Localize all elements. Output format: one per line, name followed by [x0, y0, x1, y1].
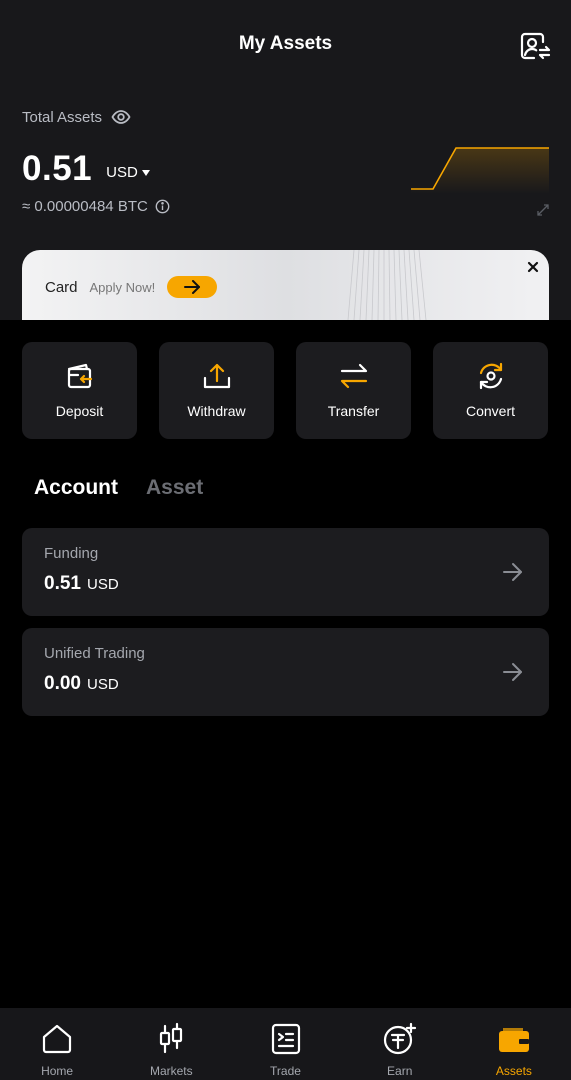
view-tabs: Account Asset [34, 476, 203, 500]
arrow-right-icon [184, 280, 201, 294]
earn-icon [383, 1022, 416, 1055]
total-balance: 0.51 [22, 149, 93, 188]
bottom-navigation: Home Markets Trade Earn Assets [0, 1008, 571, 1080]
tab-account[interactable]: Account [34, 476, 118, 500]
nav-home-label: Home [41, 1064, 74, 1078]
arrow-right-icon [503, 663, 522, 681]
funding-account-card[interactable]: Funding 0.51 USD [22, 528, 549, 616]
nav-assets-label: Assets [495, 1064, 532, 1078]
btc-equivalent-row: ≈ 0.00000484 BTC [22, 198, 170, 215]
convert-label: Convert [465, 403, 516, 419]
promo-apply-button[interactable] [167, 276, 218, 298]
nav-earn-label: Earn [387, 1064, 413, 1078]
unified-trading-account-card[interactable]: Unified Trading 0.00 USD [22, 628, 549, 716]
markets-icon [160, 1022, 183, 1054]
promo-pattern [347, 250, 427, 320]
profile-switch-icon[interactable] [519, 31, 551, 61]
eye-icon[interactable] [111, 107, 131, 127]
wallet-icon [498, 1028, 529, 1052]
nav-markets[interactable]: Markets [114, 1008, 228, 1080]
close-icon[interactable] [525, 259, 541, 275]
account-balance: 0.51 USD [44, 573, 119, 595]
deposit-label: Deposit [55, 403, 104, 419]
withdraw-button[interactable]: Withdraw [159, 342, 274, 439]
nav-assets[interactable]: Assets [457, 1008, 571, 1080]
tab-asset[interactable]: Asset [146, 476, 203, 500]
account-amount: 0.51 [44, 573, 81, 594]
currency-selector[interactable]: USD [106, 164, 150, 181]
withdraw-label: Withdraw [187, 403, 246, 419]
currency-label: USD [106, 164, 138, 181]
assets-overview-panel: My Assets Total Assets 0.51 USD ≈ 0.0000… [0, 0, 571, 320]
balance-row: 0.51 USD [22, 149, 150, 189]
card-promo-banner[interactable]: Card Apply Now! [22, 250, 549, 320]
convert-icon [479, 362, 502, 390]
caret-down-icon [141, 169, 150, 176]
account-name: Funding [44, 545, 99, 562]
convert-button[interactable]: Convert [433, 342, 548, 439]
total-assets-label: Total Assets [22, 108, 103, 126]
nav-trade[interactable]: Trade [228, 1008, 342, 1080]
expand-icon[interactable] [537, 204, 549, 216]
deposit-icon [67, 363, 92, 389]
transfer-icon [340, 363, 367, 389]
account-balance: 0.00 USD [44, 673, 119, 695]
withdraw-icon [203, 363, 230, 389]
account-currency: USD [86, 576, 119, 593]
nav-earn[interactable]: Earn [343, 1008, 457, 1080]
promo-card-label: Card [45, 278, 78, 296]
nav-home[interactable]: Home [0, 1008, 114, 1080]
account-name: Unified Trading [44, 645, 145, 662]
btc-equivalent: ≈ 0.00000484 BTC [22, 198, 148, 215]
nav-trade-label: Trade [270, 1064, 301, 1078]
transfer-button[interactable]: Transfer [296, 342, 411, 439]
nav-markets-label: Markets [149, 1064, 193, 1078]
total-assets-row: Total Assets [22, 107, 131, 127]
account-amount: 0.00 [44, 673, 81, 694]
balance-sparkline[interactable] [409, 142, 551, 194]
trade-icon [271, 1023, 300, 1055]
deposit-button[interactable]: Deposit [22, 342, 137, 439]
transfer-label: Transfer [327, 403, 380, 419]
promo-cta-text: Apply Now! [89, 279, 156, 295]
home-icon [42, 1024, 72, 1054]
page-title: My Assets [238, 33, 333, 54]
arrow-right-icon [503, 563, 522, 581]
info-icon[interactable] [155, 199, 170, 214]
account-currency: USD [86, 676, 119, 693]
